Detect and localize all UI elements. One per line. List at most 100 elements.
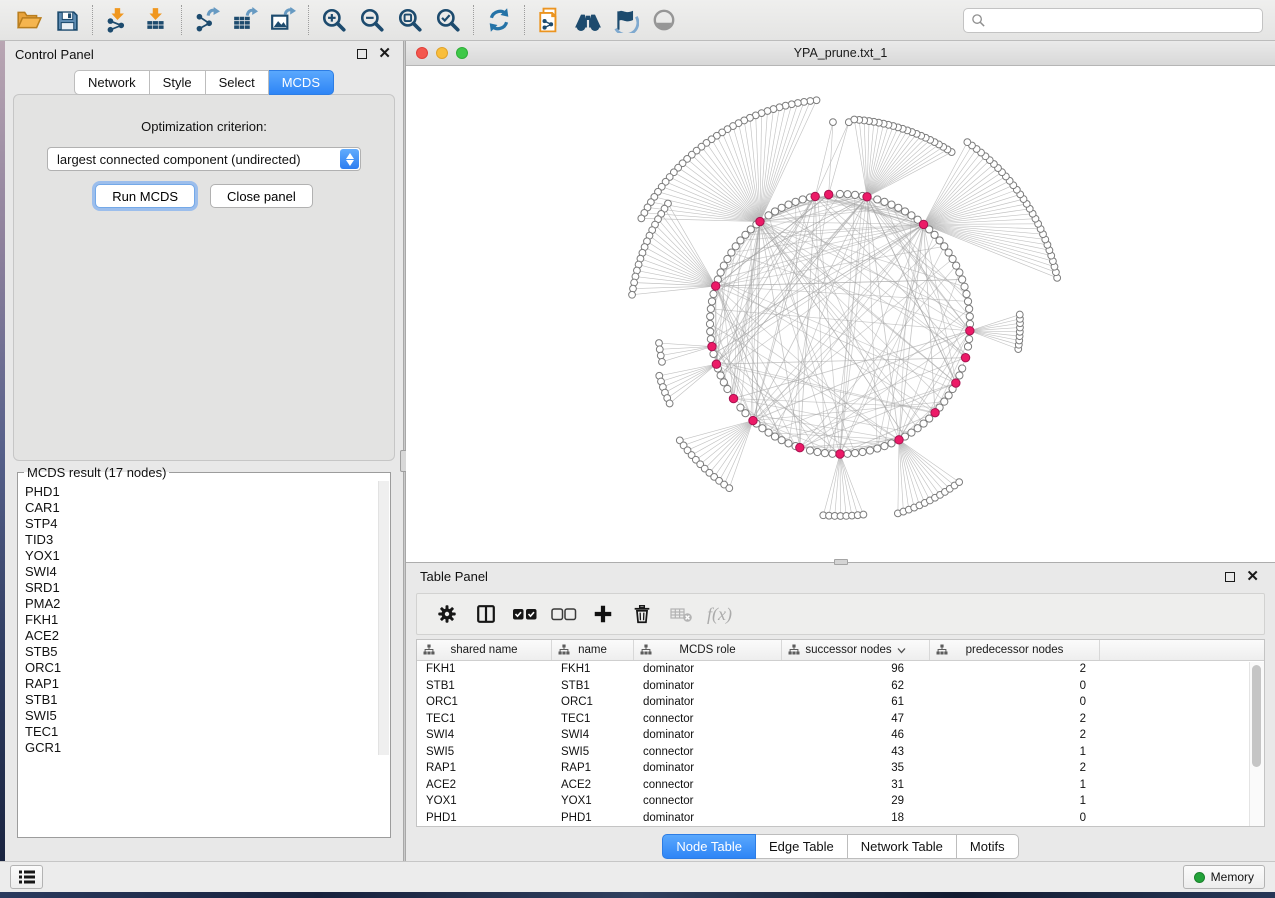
cell-name[interactable]: PHD1: [552, 812, 634, 824]
network-node[interactable]: [956, 372, 963, 379]
network-node[interactable]: [765, 429, 772, 436]
close-table-panel-icon[interactable]: ✕: [1246, 572, 1259, 582]
cell-name[interactable]: FKH1: [552, 663, 634, 675]
network-node[interactable]: [963, 290, 970, 297]
network-node[interactable]: [724, 385, 731, 392]
network-node[interactable]: [821, 450, 828, 457]
mcds-hub-node[interactable]: [712, 360, 720, 368]
cell-successor-nodes[interactable]: 96: [782, 663, 930, 675]
mcds-hub-node[interactable]: [931, 408, 939, 416]
optimization-criterion-select[interactable]: largest connected component (undirected): [47, 147, 361, 171]
table-row[interactable]: YOX1YOX1connector291: [417, 793, 1264, 810]
cell-successor-nodes[interactable]: 62: [782, 680, 930, 692]
zoom-selected-icon[interactable]: [433, 5, 463, 35]
task-history-button[interactable]: [10, 865, 43, 889]
search-box[interactable]: [963, 8, 1263, 33]
cell-name[interactable]: RAP1: [552, 762, 634, 774]
cell-shared-name[interactable]: STB1: [417, 680, 552, 692]
cell-predecessor-nodes[interactable]: 0: [930, 696, 1100, 708]
mcds-hub-node[interactable]: [863, 193, 871, 201]
network-node[interactable]: [794, 100, 801, 107]
tab-network[interactable]: Network: [74, 70, 150, 95]
cell-shared-name[interactable]: SWI4: [417, 729, 552, 741]
close-panel-icon[interactable]: ✕: [378, 49, 391, 59]
network-node[interactable]: [807, 98, 814, 105]
network-node[interactable]: [707, 305, 714, 312]
table-row[interactable]: SWI4SWI4dominator462: [417, 727, 1264, 744]
cell-mcds-role[interactable]: dominator: [634, 680, 782, 692]
mcds-hub-node[interactable]: [836, 450, 844, 458]
network-node[interactable]: [956, 269, 963, 276]
cell-name[interactable]: ORC1: [552, 696, 634, 708]
mcds-hub-node[interactable]: [711, 282, 719, 290]
export-table-icon[interactable]: [230, 5, 260, 35]
cell-predecessor-nodes[interactable]: 0: [930, 812, 1100, 824]
network-node[interactable]: [813, 97, 820, 104]
network-node[interactable]: [874, 445, 881, 452]
cell-mcds-role[interactable]: dominator: [634, 762, 782, 774]
tab-edge-table[interactable]: Edge Table: [756, 834, 848, 859]
cell-predecessor-nodes[interactable]: 2: [930, 663, 1100, 675]
mcds-result-item[interactable]: PMA2: [25, 596, 390, 612]
table-row[interactable]: TEC1TEC1connector472: [417, 711, 1264, 728]
network-node[interactable]: [949, 255, 956, 262]
network-node[interactable]: [765, 212, 772, 219]
save-icon[interactable]: [52, 5, 82, 35]
network-node[interactable]: [657, 352, 664, 359]
network-node[interactable]: [629, 291, 636, 298]
network-node[interactable]: [881, 198, 888, 205]
select-all-icon[interactable]: [505, 597, 544, 631]
settings-gear-icon[interactable]: [427, 597, 466, 631]
network-node[interactable]: [830, 119, 837, 126]
cell-name[interactable]: YOX1: [552, 795, 634, 807]
network-node[interactable]: [964, 139, 971, 146]
mcds-result-item[interactable]: ACE2: [25, 628, 390, 644]
cell-successor-nodes[interactable]: 46: [782, 729, 930, 741]
network-node[interactable]: [806, 447, 813, 454]
network-node[interactable]: [710, 350, 717, 357]
network-node[interactable]: [710, 290, 717, 297]
node-table[interactable]: shared namenameMCDS rolesuccessor nodesp…: [416, 639, 1265, 827]
network-node[interactable]: [785, 440, 792, 447]
float-table-panel-icon[interactable]: [1225, 572, 1235, 582]
network-node[interactable]: [778, 204, 785, 211]
mcds-hub-node[interactable]: [811, 192, 819, 200]
unselect-all-icon[interactable]: [544, 597, 583, 631]
network-node[interactable]: [717, 372, 724, 379]
network-node[interactable]: [717, 269, 724, 276]
table-scrollbar[interactable]: [1249, 662, 1264, 826]
table-row[interactable]: ORC1ORC1dominator610: [417, 694, 1264, 711]
export-image-icon[interactable]: [268, 5, 298, 35]
network-node[interactable]: [888, 201, 895, 208]
mcds-result-item[interactable]: TEC1: [25, 724, 390, 740]
cell-shared-name[interactable]: PHD1: [417, 812, 552, 824]
network-graph[interactable]: [406, 66, 1275, 562]
cell-mcds-role[interactable]: dominator: [634, 663, 782, 675]
table-row[interactable]: PHD1PHD1dominator180: [417, 810, 1264, 827]
network-node[interactable]: [844, 191, 851, 198]
network-node[interactable]: [728, 249, 735, 256]
network-node[interactable]: [771, 208, 778, 215]
close-panel-button[interactable]: Close panel: [210, 184, 313, 208]
network-node[interactable]: [908, 212, 915, 219]
zoom-out-icon[interactable]: [357, 5, 387, 35]
show-column-icon[interactable]: [466, 597, 505, 631]
mcds-result-item[interactable]: RAP1: [25, 676, 390, 692]
cell-shared-name[interactable]: ORC1: [417, 696, 552, 708]
add-column-icon[interactable]: [583, 597, 622, 631]
network-node[interactable]: [956, 479, 963, 486]
mcds-result-item[interactable]: STB5: [25, 644, 390, 660]
network-node[interactable]: [707, 313, 714, 320]
tab-select[interactable]: Select: [206, 70, 269, 95]
network-node[interactable]: [964, 298, 971, 305]
zoom-fit-icon[interactable]: [395, 5, 425, 35]
cell-predecessor-nodes[interactable]: 2: [930, 729, 1100, 741]
mcds-result-item[interactable]: SRD1: [25, 580, 390, 596]
network-node[interactable]: [836, 190, 843, 197]
mcds-result-item[interactable]: ORC1: [25, 660, 390, 676]
open-folder-icon[interactable]: [14, 5, 44, 35]
mcds-hub-node[interactable]: [756, 217, 764, 225]
mcds-result-item[interactable]: TID3: [25, 532, 390, 548]
network-node[interactable]: [771, 433, 778, 440]
cell-successor-nodes[interactable]: 31: [782, 779, 930, 791]
